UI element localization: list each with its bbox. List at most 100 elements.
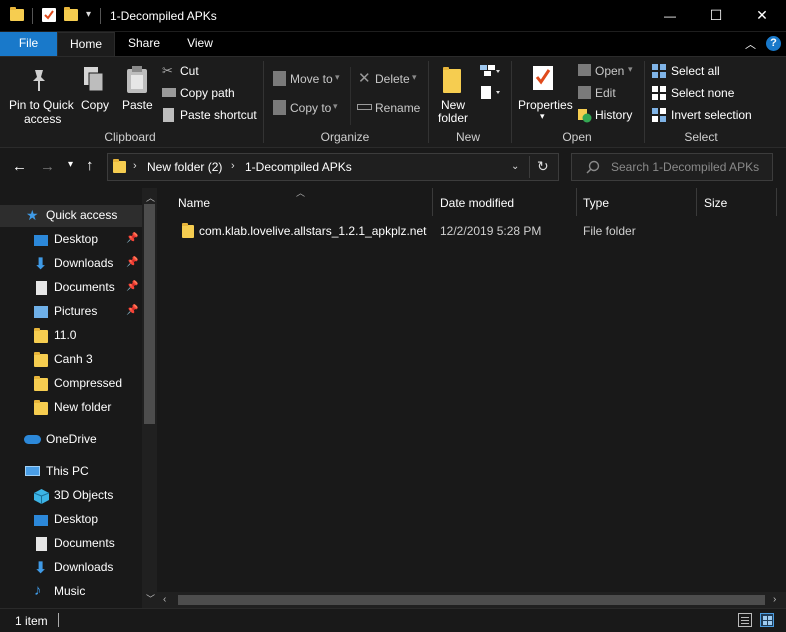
column-header-name[interactable]: Name	[178, 196, 210, 210]
refresh-icon[interactable]: ↻	[537, 158, 549, 175]
sidebar-item-documents[interactable]: Documents 📌	[0, 277, 142, 299]
copy-icon	[82, 65, 106, 98]
chevron-down-icon: ▾	[335, 72, 340, 82]
tab-file[interactable]: File	[0, 32, 57, 56]
new-item-icon[interactable]	[479, 64, 501, 81]
new-folder-label-2: folder	[438, 111, 469, 125]
folder-icon	[34, 400, 48, 415]
sidebar-item-this-pc[interactable]: This PC	[0, 461, 142, 483]
chevron-down-icon: ▾	[628, 64, 633, 74]
ribbon: Pin to Quick access Copy Paste ✂ Cut Cop…	[0, 56, 786, 148]
delete-button[interactable]: ✕ Delete ▾	[355, 69, 421, 89]
tab-view[interactable]: View	[172, 32, 228, 56]
sidebar-item-music[interactable]: ♪ Music	[0, 581, 142, 603]
select-all-button[interactable]: Select all	[650, 62, 760, 80]
open-group-label: Open	[562, 130, 592, 144]
move-to-button[interactable]: Move to ▾	[270, 69, 346, 89]
sidebar-item-quick-access[interactable]: ★ Quick access	[0, 205, 142, 227]
tab-home[interactable]: Home	[57, 32, 115, 56]
help-icon[interactable]: ?	[766, 36, 781, 51]
folder-icon	[10, 7, 24, 21]
minimize-button[interactable]: —	[647, 0, 693, 31]
breadcrumb-new-folder-2[interactable]: New folder (2)	[147, 160, 222, 174]
music-icon: ♪	[34, 582, 42, 599]
properties-quick-icon[interactable]	[42, 8, 56, 22]
up-arrow-icon[interactable]: ↑	[86, 157, 94, 174]
scroll-up-icon[interactable]: ︿	[146, 191, 155, 204]
history-button[interactable]: History	[576, 106, 638, 124]
large-icons-view-icon[interactable]	[760, 613, 774, 627]
sidebar-item-label: 11.0	[54, 328, 77, 342]
column-divider[interactable]	[776, 188, 777, 216]
ribbon-tabs: File Home Share View ︿ ?	[0, 32, 786, 56]
select-group-label: Select	[684, 130, 718, 144]
column-header-date-modified[interactable]: Date modified	[440, 196, 514, 210]
copy-path-button[interactable]: Copy path	[160, 84, 255, 102]
sidebar-item-onedrive[interactable]: OneDrive	[0, 429, 142, 451]
search-placeholder: Search 1-Decompiled APKs	[611, 160, 760, 174]
easy-access-icon[interactable]	[479, 85, 501, 104]
sidebar-item-pc-downloads[interactable]: ⬇ Downloads	[0, 557, 142, 579]
sidebar-item-3d-objects[interactable]: 3D Objects	[0, 485, 142, 507]
back-arrow-icon[interactable]: ←	[12, 158, 27, 175]
divider	[58, 613, 59, 627]
scroll-left-icon[interactable]: ‹	[163, 594, 166, 605]
open-button[interactable]: Open ▾	[576, 62, 638, 80]
new-folder-quick-icon[interactable]	[64, 7, 78, 21]
sidebar-item-downloads[interactable]: ⬇ Downloads 📌	[0, 253, 142, 275]
rename-label: Rename	[375, 101, 421, 115]
move-to-icon	[273, 71, 286, 86]
scrollbar-thumb[interactable]	[144, 204, 155, 424]
status-bar: 1 item	[0, 608, 786, 632]
forward-arrow-icon[interactable]: →	[40, 158, 55, 175]
breadcrumb-separator-icon[interactable]: ›	[231, 160, 235, 172]
recent-locations-icon[interactable]: ▾	[68, 159, 73, 170]
select-none-button[interactable]: Select none	[650, 84, 760, 102]
documents-icon	[36, 281, 47, 295]
horizontal-scrollbar[interactable]: ‹ ›	[157, 592, 786, 608]
minimize-icon: —	[664, 8, 676, 23]
copy-label: Copy	[81, 98, 110, 112]
address-history-chevron-icon[interactable]: ⌄	[511, 161, 519, 172]
collapse-ribbon-icon[interactable]: ︿	[745, 36, 756, 52]
column-divider[interactable]	[576, 188, 577, 216]
paste-label: Paste	[122, 98, 153, 112]
scrollbar-thumb[interactable]	[178, 595, 765, 605]
sidebar-scrollbar[interactable]: ︿ ﹀	[142, 188, 157, 608]
sidebar-item-new-folder[interactable]: New folder	[0, 397, 142, 419]
maximize-icon: ☐	[709, 7, 723, 23]
sidebar-item-pc-documents[interactable]: Documents	[0, 533, 142, 555]
cut-button[interactable]: ✂ Cut	[160, 62, 255, 80]
file-name: com.klab.lovelive.allstars_1.2.1_apkplz.…	[199, 224, 427, 238]
sidebar-item-pictures[interactable]: Pictures 📌	[0, 301, 142, 323]
column-header-type[interactable]: Type	[583, 196, 609, 210]
invert-selection-button[interactable]: Invert selection	[650, 106, 760, 124]
customize-qat-icon[interactable]: ▾	[86, 9, 91, 20]
edit-label: Edit	[595, 86, 616, 100]
sidebar-item-desktop[interactable]: Desktop 📌	[0, 229, 142, 251]
search-box[interactable]: Search 1-Decompiled APKs	[571, 153, 773, 181]
details-view-icon[interactable]	[738, 613, 752, 627]
divider	[350, 67, 351, 125]
maximize-button[interactable]: ☐	[693, 0, 739, 31]
sidebar-item-compressed[interactable]: Compressed	[0, 373, 142, 395]
close-button[interactable]: ✕	[739, 0, 785, 31]
copy-to-button[interactable]: Copy to ▾	[270, 98, 346, 118]
sidebar-item-pc-desktop[interactable]: Desktop	[0, 509, 142, 531]
tab-share[interactable]: Share	[118, 32, 170, 56]
search-icon	[586, 160, 600, 177]
edit-button[interactable]: Edit	[576, 84, 638, 102]
breadcrumb-current[interactable]: 1-Decompiled APKs	[245, 160, 352, 174]
address-bar[interactable]: › New folder (2) › 1-Decompiled APKs ⌄ ↻	[107, 153, 559, 181]
paste-shortcut-button[interactable]: Paste shortcut	[160, 106, 258, 124]
table-row[interactable]: com.klab.lovelive.allstars_1.2.1_apkplz.…	[170, 221, 770, 241]
edit-icon	[578, 86, 591, 99]
scroll-down-icon[interactable]: ﹀	[146, 592, 155, 605]
column-header-size[interactable]: Size	[704, 196, 727, 210]
column-divider[interactable]	[432, 188, 433, 216]
scroll-right-icon[interactable]: ›	[773, 594, 776, 605]
sidebar-item-11-0[interactable]: 11.0	[0, 325, 142, 347]
rename-button[interactable]: Rename	[355, 98, 421, 118]
sidebar-item-canh-3[interactable]: Canh 3	[0, 349, 142, 371]
column-divider[interactable]	[696, 188, 697, 216]
